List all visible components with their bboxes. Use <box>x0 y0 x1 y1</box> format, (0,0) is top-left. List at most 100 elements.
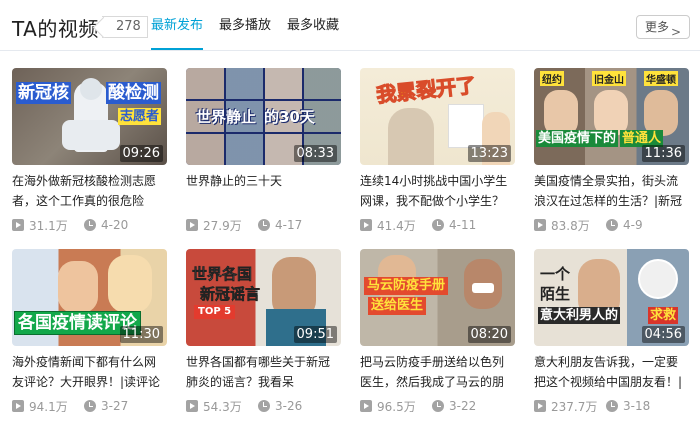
play-count-icon <box>186 219 198 231</box>
person-illustration <box>108 255 152 313</box>
video-card[interactable]: 世界各国 新冠谣言 TOP 5 09:51 世界各国都有哪些关于新冠肺炎的谣言？… <box>186 249 341 414</box>
video-duration: 09:26 <box>119 145 163 162</box>
video-title[interactable]: 连续14小时挑战中国小学生网课，我不配做个小学生？ <box>360 171 515 211</box>
person-illustration <box>388 108 434 165</box>
video-title[interactable]: 世界各国都有哪些关于新冠肺炎的谣言？我看呆了！|TOP <box>186 352 341 392</box>
play-count-icon <box>360 219 372 231</box>
publish-date: 3-22 <box>449 399 477 413</box>
thumb-label: 纽约 <box>540 71 564 86</box>
video-meta: 54.3万 3-26 <box>186 399 341 414</box>
play-count: 41.4万 <box>377 218 416 233</box>
video-duration: 09:51 <box>293 326 337 343</box>
video-thumbnail[interactable]: 纽约 旧金山 华盛顿 美国疫情下的 普通人 11:36 <box>534 68 689 165</box>
tab-latest[interactable]: 最新发布 <box>151 0 204 50</box>
play-count: 27.9万 <box>203 218 242 233</box>
video-card[interactable]: 马云防疫手册 送给医生 08:20 把马云防疫手册送给以色列医生，然后我成了马云… <box>360 249 515 414</box>
video-thumbnail[interactable]: 一个 陌生 意大利男人的 求救 04:56 <box>534 249 689 346</box>
video-meta: 96.5万 3-22 <box>360 399 515 414</box>
inset-photo <box>638 259 678 299</box>
video-duration: 04:56 <box>641 326 685 343</box>
play-count-icon <box>186 400 198 412</box>
video-title[interactable]: 美国疫情全景实拍，街头流浪汉在过怎样的生活？|新冠肺 <box>534 171 689 211</box>
tab-most-played[interactable]: 最多播放 <box>219 0 271 50</box>
figure-head <box>80 78 102 100</box>
video-card[interactable]: 各国疫情读评论 11:30 海外疫情新闻下都有什么网友评论？大开眼界！|读评论 … <box>12 249 167 414</box>
thumb-label: 旧金山 <box>592 71 626 86</box>
play-count: 83.8万 <box>551 218 590 233</box>
video-meta: 41.4万 4-11 <box>360 218 515 233</box>
video-count-badge: 278 <box>102 16 148 38</box>
video-thumbnail[interactable]: 马云防疫手册 送给医生 08:20 <box>360 249 515 346</box>
play-count-icon <box>534 219 546 231</box>
thumb-label: 华盛顿 <box>644 71 678 86</box>
video-title[interactable]: 意大利朋友告诉我，一定要把这个视频给中国朋友看！|新 <box>534 352 689 392</box>
video-card[interactable]: 我累裂开了 13:23 连续14小时挑战中国小学生网课，我不配做个小学生？ 41… <box>360 68 515 233</box>
video-duration: 08:20 <box>467 326 511 343</box>
figure-body <box>62 120 120 150</box>
video-meta: 31.1万 4-20 <box>12 218 167 233</box>
section-title: TA的视频 <box>12 17 99 41</box>
video-duration: 13:23 <box>467 145 511 162</box>
thumb-caption: 求救 <box>648 307 679 324</box>
publish-date: 4-17 <box>275 218 303 232</box>
video-meta: 83.8万 4-9 <box>534 218 689 233</box>
play-count-icon <box>12 400 24 412</box>
more-button-label: 更多 <box>645 20 670 34</box>
video-meta: 94.1万 3-27 <box>12 399 167 414</box>
thumb-caption: 一个 <box>540 265 571 283</box>
clock-icon <box>84 400 96 412</box>
thumb-caption: 世界静止 <box>196 108 257 126</box>
video-card[interactable]: 世界静止 的30天 08:33 世界静止的三十天 27.9万 4-17 <box>186 68 341 233</box>
video-duration: 11:30 <box>119 326 163 343</box>
thumb-caption: 酸检测 <box>106 82 161 104</box>
clock-icon <box>432 219 444 231</box>
chevron-right-icon: > <box>670 25 681 39</box>
video-thumbnail[interactable]: 各国疫情读评论 11:30 <box>12 249 167 346</box>
play-count-icon <box>534 400 546 412</box>
video-card[interactable]: 纽约 旧金山 华盛顿 美国疫情下的 普通人 11:36 美国疫情全景实拍，街头流… <box>534 68 689 233</box>
video-thumbnail[interactable]: 新冠核 酸检测 志愿者 09:26 <box>12 68 167 165</box>
play-count: 54.3万 <box>203 399 242 414</box>
video-thumbnail[interactable]: 世界静止 的30天 08:33 <box>186 68 341 165</box>
publish-date: 3-26 <box>275 399 303 413</box>
thumb-caption: 陌生 <box>540 285 571 303</box>
video-title[interactable]: 在海外做新冠核酸检测志愿者，这个工作真的很危险么？ <box>12 171 167 211</box>
publish-date: 3-27 <box>101 399 129 413</box>
video-title[interactable]: 把马云防疫手册送给以色列医生，然后我成了马云的朋友| <box>360 352 515 392</box>
video-thumbnail[interactable]: 我累裂开了 13:23 <box>360 68 515 165</box>
video-meta: 27.9万 4-17 <box>186 218 341 233</box>
play-count: 96.5万 <box>377 399 416 414</box>
publish-date: 4-20 <box>101 218 129 232</box>
divider <box>0 50 700 51</box>
video-card[interactable]: 新冠核 酸检测 志愿者 09:26 在海外做新冠核酸检测志愿者，这个工作真的很危… <box>12 68 167 233</box>
clock-icon <box>258 400 270 412</box>
video-duration: 08:33 <box>293 145 337 162</box>
video-duration: 11:36 <box>641 145 685 162</box>
clock-icon <box>606 219 618 231</box>
tab-most-favorited[interactable]: 最多收藏 <box>287 0 339 50</box>
video-title[interactable]: 世界静止的三十天 <box>186 171 341 211</box>
play-count-icon <box>12 219 24 231</box>
mask-illustration <box>472 283 494 293</box>
video-card[interactable]: 一个 陌生 意大利男人的 求救 04:56 意大利朋友告诉我，一定要把这个视频给… <box>534 249 689 414</box>
thumb-badge: TOP 5 <box>194 305 236 319</box>
thumb-caption: 志愿者 <box>118 108 162 125</box>
more-button[interactable]: 更多 > <box>636 15 690 39</box>
publish-date: 4-9 <box>623 218 643 232</box>
play-count: 31.1万 <box>29 218 68 233</box>
play-count-icon <box>360 400 372 412</box>
video-thumbnail[interactable]: 世界各国 新冠谣言 TOP 5 09:51 <box>186 249 341 346</box>
thumb-caption: 世界各国 <box>192 265 253 284</box>
thumb-caption: 新冠谣言 <box>200 285 261 304</box>
thumb-caption: 的30天 <box>264 108 315 126</box>
publish-date: 4-11 <box>449 218 477 232</box>
thumb-caption: 美国疫情下的 <box>536 130 619 147</box>
clock-icon <box>606 400 618 412</box>
video-meta: 237.7万 3-18 <box>534 399 689 414</box>
thumb-caption: 新冠核 <box>16 82 71 104</box>
thumb-caption: 马云防疫手册 <box>364 277 449 295</box>
clock-icon <box>84 219 96 231</box>
thumb-caption: 意大利男人的 <box>538 307 621 324</box>
person-illustration <box>58 261 98 313</box>
video-title[interactable]: 海外疫情新闻下都有什么网友评论？大开眼界！|读评论 <box>12 352 167 392</box>
